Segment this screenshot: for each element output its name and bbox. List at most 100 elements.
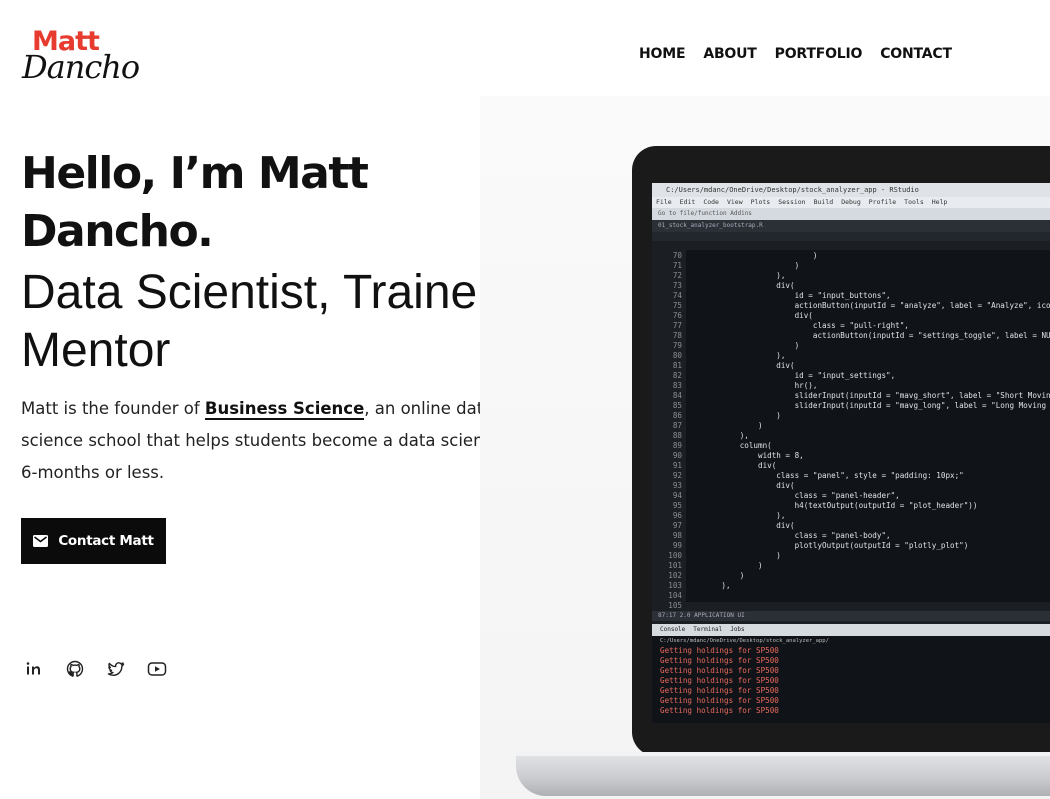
ide-line-number: 91 (672, 461, 682, 470)
ide-code-line: ) (694, 571, 745, 580)
hero-description: Matt is the founder of Business Science,… (21, 393, 536, 489)
ide-line-number: 90 (672, 451, 682, 460)
ide-console-tab: Console (660, 626, 686, 633)
ide-code-line: class = "panel", style = "padding: 10px;… (694, 471, 964, 480)
ide-code-line (694, 591, 1050, 601)
ide-editor-tab: 01_stock_analyzer_bootstrap.R (652, 220, 1050, 232)
ide-line-number: 82 (672, 371, 682, 380)
nav-portfolio[interactable]: PORTFOLIO (775, 46, 863, 62)
nav-about[interactable]: ABOUT (703, 46, 757, 62)
ide-window-title: C:/Users/mdanc/OneDrive/Desktop/stock_an… (652, 183, 1050, 197)
ide-line-number: 79 (672, 341, 682, 350)
contact-matt-button[interactable]: Contact Matt (21, 518, 166, 564)
ide-line-number: 102 (668, 571, 682, 580)
ide-status-bar: 87:17 2.0 APPLICATION UI (652, 611, 1050, 621)
ide-menu-item: Edit (679, 198, 696, 206)
main-nav: HOME ABOUT PORTFOLIO CONTACT (639, 46, 952, 62)
ide-line-numbers: 70 71 72 73 74 75 76 77 78 79 80 81 82 83 84 85 86 87 88 89… (652, 250, 686, 610)
ide-code-line: sliderInput(inputId = "mavg_long", label… (694, 401, 1050, 410)
ide-code-line: div( (694, 481, 795, 490)
laptop-screen: C:/Users/mdanc/OneDrive/Desktop/stock_an… (652, 183, 1050, 723)
linkedin-icon[interactable] (24, 659, 44, 679)
nav-contact[interactable]: CONTACT (880, 46, 952, 62)
ide-console-line: Getting holdings for SP500 (660, 676, 779, 685)
ide-code-line: plotlyOutput(outputId = "plotly_plot") (694, 541, 969, 550)
mail-icon (33, 535, 49, 547)
ide-line-number: 70 (672, 251, 682, 260)
ide-code-line: actionButton(inputId = "analyze", label … (694, 301, 1050, 310)
ide-line-number: 99 (672, 541, 682, 550)
ide-code-line: ), (694, 581, 731, 590)
ide-line-number: 77 (672, 321, 682, 330)
ide-line-number: 92 (672, 471, 682, 480)
nav-home[interactable]: HOME (639, 46, 686, 62)
ide-line-number: 81 (672, 361, 682, 370)
ide-console-line: Getting holdings for SP500 (660, 706, 779, 715)
ide-menu-item: View (726, 198, 743, 206)
hero-desc-pre: Matt is the founder of (21, 399, 205, 418)
ide-line-number: 78 (672, 331, 682, 340)
ide-line-number: 85 (672, 401, 682, 410)
ide-line-number: 94 (672, 491, 682, 500)
laptop-base (516, 752, 1050, 796)
ide-console-path: C:/Users/mdanc/OneDrive/Desktop/stock_an… (652, 636, 1050, 646)
ide-line-number: 104 (668, 591, 682, 600)
hero-subtitle: Data Scientist, Trainer & Mentor (21, 266, 539, 377)
ide-toolbar: Go to file/function Addins (652, 208, 1050, 220)
ide-code-line: hr(), (694, 381, 818, 390)
ide-code-line: id = "input_buttons", (694, 291, 891, 300)
ide-line-number: 103 (668, 581, 682, 590)
ide-code-line: actionButton(inputId = "settings_toggle"… (694, 331, 1050, 340)
ide-console-line: Getting holdings for SP500 (660, 646, 779, 655)
ide-menu-item: Plots (750, 198, 771, 206)
site-logo[interactable]: Matt Dancho (22, 28, 140, 86)
youtube-icon[interactable] (147, 659, 167, 679)
ide-console-tab: Terminal (693, 626, 723, 633)
ide-menu-item: Code (703, 198, 719, 206)
ide-code-line: ) (694, 341, 800, 350)
ide-code-line: div( (694, 461, 777, 470)
ide-console-line: Getting holdings for SP500 (660, 686, 779, 695)
ide-code-line: ) (694, 261, 800, 270)
ide-code-editor: 70 71 72 73 74 75 76 77 78 79 80 81 82 83 84 85 86 87 88 89… (652, 250, 1050, 610)
ide-line-number: 72 (672, 271, 682, 280)
hero-title: Hello, I’m Matt Dancho. (21, 148, 369, 257)
ide-console-line: Getting holdings for SP500 (660, 666, 779, 675)
github-icon[interactable] (65, 659, 85, 679)
ide-line-number: 87 (672, 421, 682, 430)
ide-console-tab: Jobs (730, 626, 745, 633)
business-science-link[interactable]: Business Science (204, 399, 365, 420)
ide-code-line: div( (694, 521, 795, 530)
ide-code-line: div( (694, 311, 813, 320)
laptop-base-highlight (516, 752, 1050, 756)
ide-line-number: 74 (672, 291, 682, 300)
ide-code-line: ) (694, 421, 763, 430)
ide-menubar: File Edit Code View Plots Session Build … (652, 197, 1050, 208)
ide-menu-item: Help (931, 198, 948, 206)
ide-code-line: ) (694, 551, 781, 560)
ide-code-line (694, 601, 1050, 602)
ide-code: ) ) ), div( id = "input_buttons", action… (686, 250, 1050, 602)
ide-line-number: 80 (672, 351, 682, 360)
ide-menu-item: Debug (841, 198, 861, 206)
ide-line-number: 96 (672, 511, 682, 520)
ide-line-number: 97 (672, 521, 682, 530)
ide-code-line: width = 8, (694, 451, 804, 460)
ide-console-output: Getting holdings for SP500 Getting holdin… (652, 646, 1050, 723)
ide-menu-item: Build (813, 198, 834, 206)
ide-code-line: ), (694, 351, 786, 360)
ide-console-tabs: Console Terminal Jobs (652, 624, 1050, 636)
ide-console-line: Getting holdings for SP500 (660, 696, 779, 705)
ide-line-number: 73 (672, 281, 682, 290)
ide-editor-subbar (652, 232, 1050, 241)
ide-code-line: div( (694, 361, 795, 370)
twitter-icon[interactable] (106, 659, 126, 679)
ide-code-line: div( (694, 281, 795, 290)
social-links (24, 659, 167, 679)
ide-line-number: 98 (672, 531, 682, 540)
ide-code-line: ) (694, 561, 763, 570)
ide-line-number: 83 (672, 381, 682, 390)
ide-line-number: 88 (672, 431, 682, 440)
ide-line-number: 95 (672, 501, 682, 510)
ide-code-line: class = "pull-right", (694, 321, 909, 330)
